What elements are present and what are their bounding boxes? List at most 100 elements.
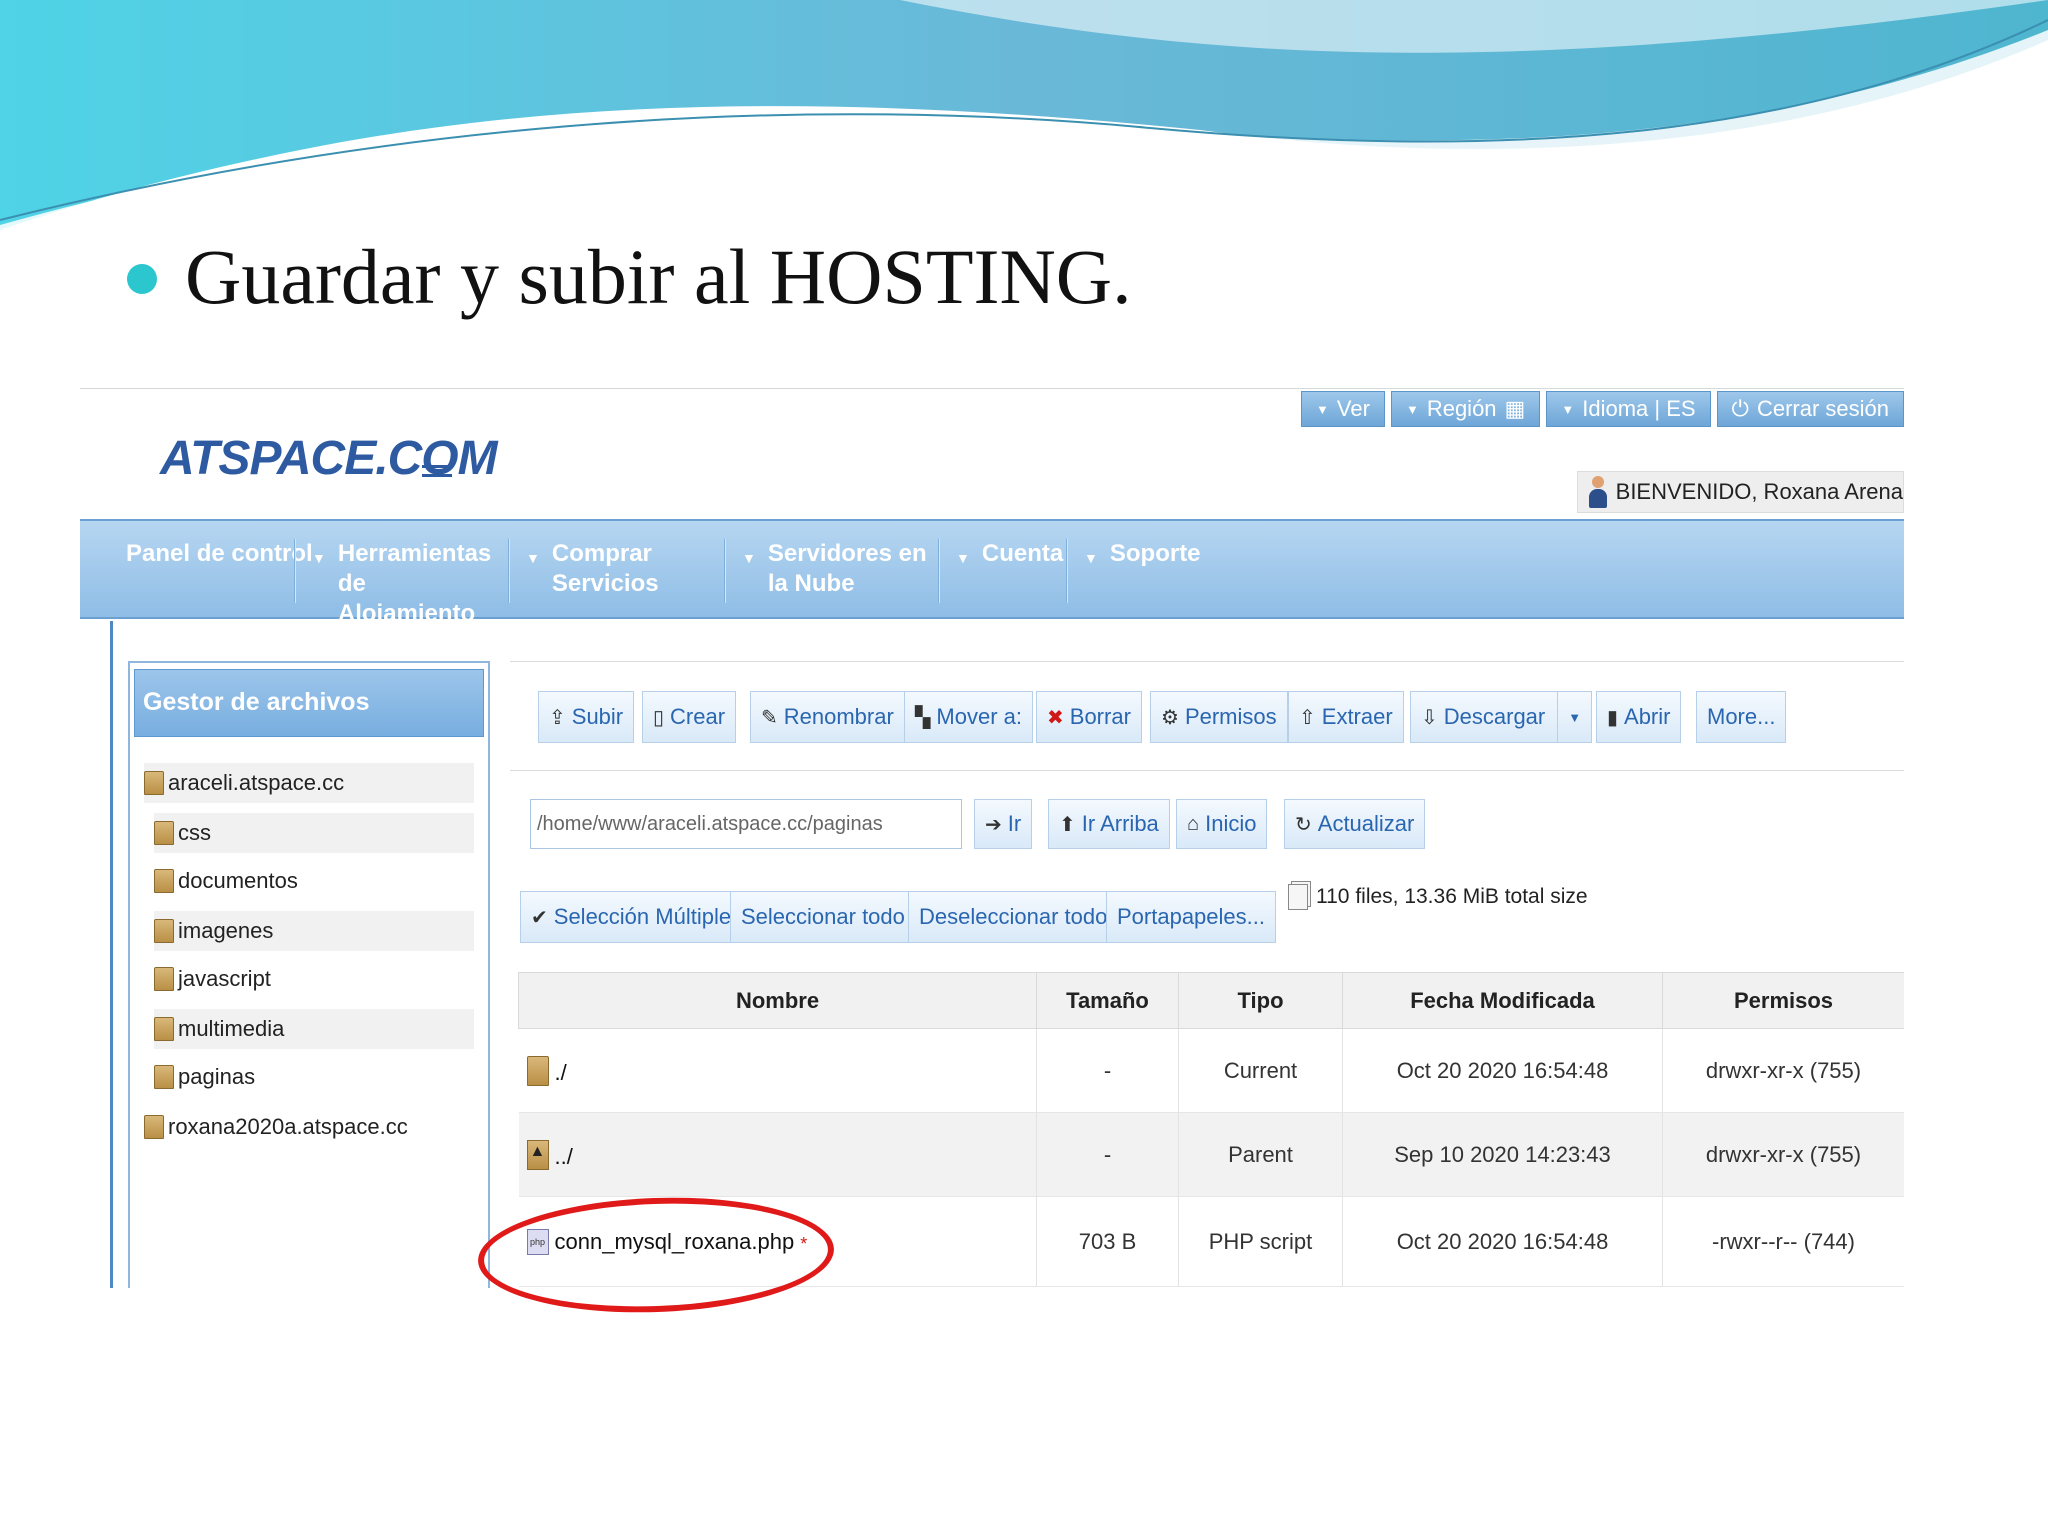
delete-x-icon: ✖ [1047,706,1064,729]
new-file-icon: ▯ [653,706,665,729]
path-input[interactable] [530,799,962,849]
table-row[interactable]: ./ - Current Oct 20 2020 16:54:48 drwxr-… [518,1028,1904,1113]
arrow-up-icon: ⬆ [1059,813,1076,836]
delete-button[interactable]: ✖ Borrar [1036,691,1142,743]
top-links-bar: ▼ Ver ▼ Región ▦ ▼ Idioma | ES ⏻ Cerrar sesió… [1301,391,1904,427]
move-button[interactable]: ▚ Mover a: [904,691,1033,743]
tree-item-araceli[interactable]: araceli.atspace.cc [144,763,474,803]
extract-button[interactable]: ⇧ Extraer [1288,691,1404,743]
file-size-cell: - [1036,1112,1179,1197]
column-header-permissions[interactable]: Permisos [1662,972,1904,1029]
language-menu-button[interactable]: ▼ Idioma | ES [1546,391,1711,427]
go-up-button[interactable]: ⬆ Ir Arriba [1048,799,1170,849]
nav-divider [724,539,726,603]
chevron-down-icon[interactable]: ▼ [1557,692,1591,742]
nav-soporte[interactable]: ▼ Soporte [1084,539,1201,573]
file-size-cell: - [1036,1028,1179,1113]
chevron-down-icon: ▼ [956,550,970,566]
tree-item-documentos[interactable]: documentos [154,861,474,901]
home-button[interactable]: ⌂ Inicio [1176,799,1268,849]
folder-icon [154,967,174,991]
region-menu-button[interactable]: ▼ Región ▦ [1390,391,1541,427]
file-name-cell[interactable]: ./ [518,1028,1037,1113]
site-logo[interactable]: ATSPACE.COM [160,431,498,486]
tree-item-javascript[interactable]: javascript [154,959,474,999]
table-row[interactable]: ../ - Parent Sep 10 2020 14:23:43 drwxr-… [518,1112,1904,1197]
nav-herramientas[interactable]: ▼ Herramientas de Alojamiento [312,539,491,629]
deselect-all-button[interactable]: Deseleccionar todo [908,891,1119,943]
folder-icon [154,1065,174,1089]
nav-panel-de-control[interactable]: Panel de control [126,539,313,569]
open-icon: ▮ [1607,706,1619,729]
nav-divider [294,539,296,603]
tree-item-imagenes[interactable]: imagenes [154,911,474,951]
world-map-icon: ▦ [1504,396,1526,421]
download-button[interactable]: ⇩ Descargar ▼ [1410,691,1593,743]
folder-icon [144,1115,164,1139]
multiple-selection-button[interactable]: ✔ Selección Múltiple [520,891,743,943]
header-wave-decoration [0,0,2048,240]
files-stack-icon [1288,884,1308,910]
file-tree-panel: Gestor de archivos araceli.atspace.cc cs… [128,661,490,1288]
power-icon: ⏻ [1731,396,1749,421]
nav-servidores-nube[interactable]: ▼ Servidores en la Nube [742,539,932,599]
content-left-border [110,621,113,1288]
folder-stats: 110 files, 13.36 MiB total size [1288,884,1588,910]
file-permissions-cell: -rwxr--r-- (744) [1662,1196,1904,1287]
logout-button[interactable]: ⏻ Cerrar sesión [1716,391,1904,427]
clipboard-button[interactable]: Portapapeles... [1106,891,1276,943]
create-button[interactable]: ▯ Crear [642,691,737,743]
slide-title: Guardar y subir al HOSTING. [185,233,1132,320]
hosting-screenshot: ATSPACE.COM ▼ Ver ▼ Región ▦ ▼ Idioma | ES ⏻… [80,388,1904,1288]
column-header-size[interactable]: Tamaño [1036,972,1179,1029]
nav-cuenta[interactable]: ▼ Cuenta [956,539,1063,573]
column-header-type[interactable]: Tipo [1178,972,1343,1029]
open-button[interactable]: ▮ Abrir [1596,691,1682,743]
folder-icon [154,821,174,845]
user-icon [1588,476,1608,508]
ver-menu-button[interactable]: ▼ Ver [1301,391,1385,427]
nav-divider [938,539,940,603]
file-type-cell: Current [1178,1028,1343,1113]
chevron-down-icon: ▼ [1561,401,1575,417]
tree-item-paginas[interactable]: paginas [154,1057,474,1097]
upload-icon: ⇪ [549,706,566,729]
chevron-down-icon: ▼ [1084,550,1098,566]
tree-item-multimedia[interactable]: multimedia [154,1009,474,1049]
column-header-name[interactable]: Nombre [518,972,1037,1029]
welcome-banner: BIENVENIDO, Roxana Arena [1576,471,1904,513]
folder-icon [154,869,174,893]
refresh-icon: ↻ [1295,813,1312,836]
nav-comprar-servicios[interactable]: ▼ Comprar Servicios [526,539,659,599]
pencil-icon: ✎ [761,706,778,729]
move-icon: ▚ [915,706,931,729]
rename-button[interactable]: ✎ Renombrar [750,691,905,743]
chevron-down-icon: ▼ [1316,401,1329,417]
tree-item-roxana2020a[interactable]: roxana2020a.atspace.cc [144,1107,474,1147]
upload-button[interactable]: ⇪ Subir [538,691,635,743]
main-nav: Panel de control ▼ Herramientas de Alojam… [80,519,1904,627]
file-modified-cell: Oct 20 2020 16:54:48 [1342,1028,1663,1113]
refresh-button[interactable]: ↻ Actualizar [1284,799,1426,849]
file-manager-header: Gestor de archivos [134,669,484,737]
tree-item-css[interactable]: css [154,813,474,853]
file-name-cell[interactable]: ../ [518,1112,1037,1197]
go-button[interactable]: ➔ Ir [974,799,1033,849]
gear-icon: ⚙ [1161,706,1179,729]
file-modified-cell: Sep 10 2020 14:23:43 [1342,1112,1663,1197]
chevron-down-icon: ▼ [1405,401,1419,417]
file-permissions-cell: drwxr-xr-x (755) [1662,1028,1904,1113]
file-type-cell: Parent [1178,1112,1343,1197]
folder-icon [154,1017,174,1041]
checkmark-icon: ✔ [531,906,548,929]
column-header-modified[interactable]: Fecha Modificada [1342,972,1663,1029]
chevron-down-icon: ▼ [312,550,326,566]
file-permissions-cell: drwxr-xr-x (755) [1662,1112,1904,1197]
file-size-cell: 703 B [1036,1196,1179,1287]
permissions-button[interactable]: ⚙ Permisos [1150,691,1288,743]
select-all-button[interactable]: Seleccionar todo [730,891,916,943]
arrow-right-icon: ➔ [985,813,1002,836]
file-type-cell: PHP script [1178,1196,1343,1287]
more-button[interactable]: More... [1696,691,1787,743]
bullet-dot [127,264,157,294]
